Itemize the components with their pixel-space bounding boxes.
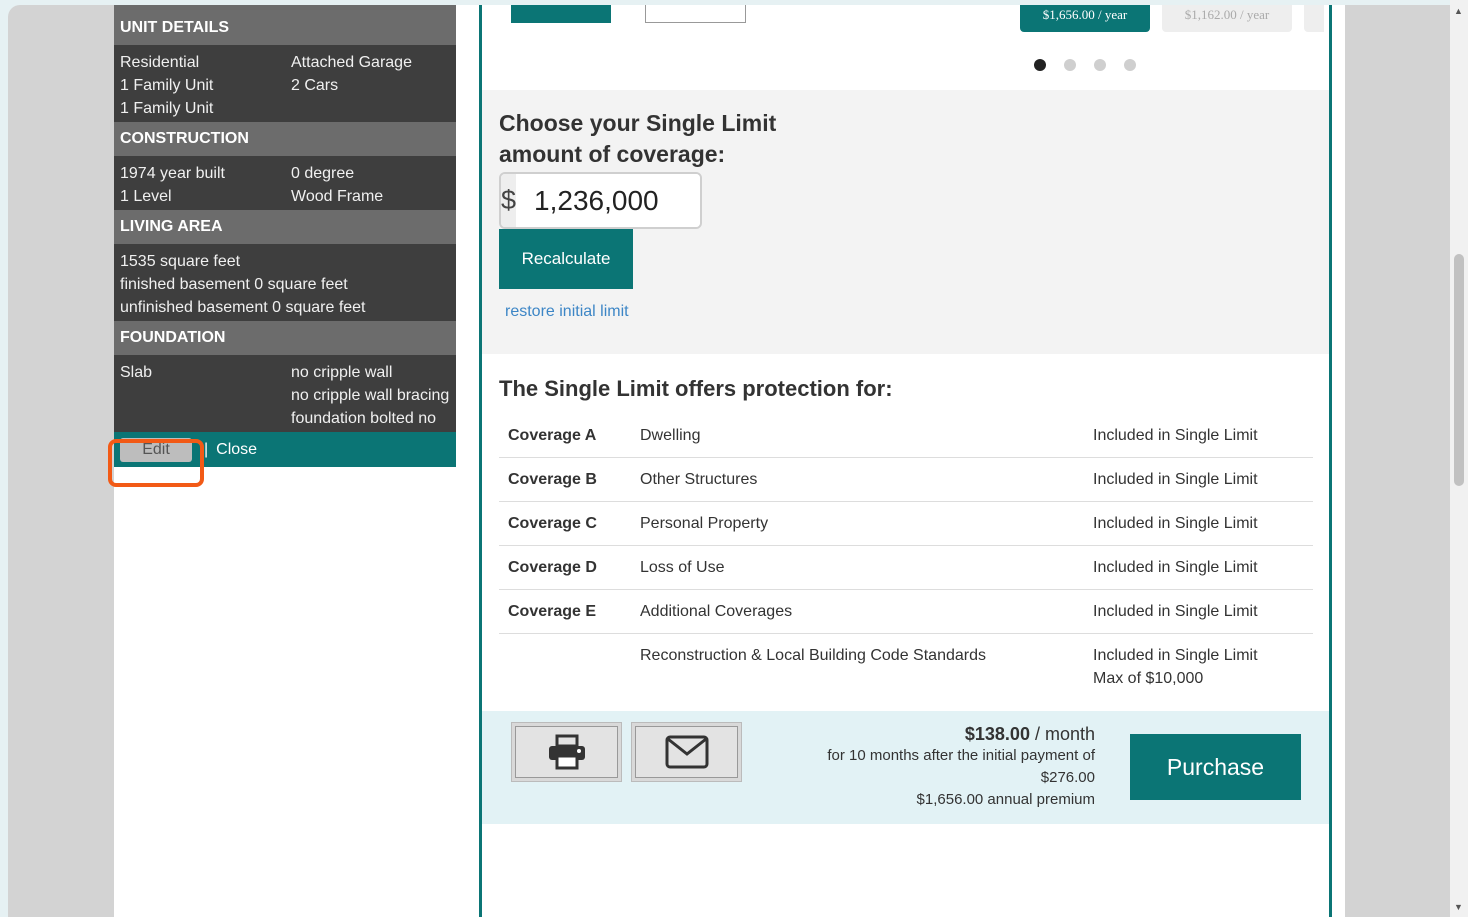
carousel-dot-1[interactable] [1034,59,1046,71]
unit-details-heading: UNIT DETAILS [114,5,456,45]
coverage-code: Coverage C [508,515,597,532]
coverage-name: Additional Coverages [640,603,793,620]
plan-price-partial[interactable] [1304,5,1324,32]
monthly-amount: $138.00 [964,724,1030,744]
construction-text: 0 degree [291,165,355,182]
unit-detail-text: 1 Family Unit [120,77,214,94]
foundation-text: no cripple wall [291,364,393,381]
foundation-text: no cripple wall bracing [291,387,450,404]
envelope-icon [665,735,708,769]
restore-initial-limit-link[interactable]: restore initial limit [505,303,629,321]
print-button[interactable] [511,722,622,782]
scrollbar-thumb[interactable] [1454,254,1464,486]
construction-body: 1974 year built 1 Level 0 degree Wood Fr… [114,156,456,210]
table-row: Coverage E Additional Coverages Included… [499,590,1313,634]
living-area-heading: LIVING AREA [114,210,456,244]
purchase-footer: $138.00 / month for 10 months after the … [482,711,1329,824]
unit-detail-text: 1 Family Unit [120,100,214,117]
plan-price-selected[interactable]: $1,656.00 / year [1020,5,1150,32]
living-area-body: 1535 square feet finished basement 0 squ… [114,244,456,321]
unit-detail-text: Attached Garage [291,54,412,71]
coverage-table: Coverage A Dwelling Included in Single L… [499,414,1313,700]
coverage-status: Included in Single Limit [1093,471,1258,488]
coverage-name: Reconstruction & Local Building Code Sta… [640,647,986,664]
coverage-note: Max of $10,000 [1093,670,1204,687]
construction-text: 1 Level [120,188,172,205]
table-row: Coverage D Loss of Use Included in Singl… [499,546,1313,590]
carousel-dots [1034,59,1136,71]
coverage-code: Coverage D [508,559,597,576]
carousel-dot-2[interactable] [1064,59,1076,71]
construction-heading: CONSTRUCTION [114,122,456,156]
edit-highlight-outline [108,439,204,487]
close-link[interactable]: Close [216,441,257,459]
living-area-text: 1535 square feet [120,253,241,270]
coverage-code: Coverage E [508,603,597,620]
table-row: Reconstruction & Local Building Code Sta… [499,634,1313,701]
coverage-code: Coverage B [508,471,597,488]
single-limit-section: Choose your Single Limit amount of cover… [482,90,1329,354]
coverage-name: Personal Property [640,515,769,532]
email-button[interactable] [631,722,742,782]
coverage-code [499,634,631,701]
living-area-text: finished basement 0 square feet [120,276,348,293]
construction-text: Wood Frame [291,188,384,205]
coverage-amount-input[interactable] [516,174,700,227]
unit-detail-text: 2 Cars [291,77,339,94]
coverage-status: Included in Single Limit Max of $10,000 [1084,634,1313,701]
construction-text: 1974 year built [120,165,225,182]
browser-viewport: UNIT DETAILS Residential 1 Family Unit 1… [8,5,1450,917]
quote-card: $1,656.00 / year $1,162.00 / year Choose… [479,5,1332,917]
plan-price[interactable]: $1,162.00 / year [1162,5,1292,32]
unit-details-body: Residential 1 Family Unit 1 Family Unit … [114,45,456,122]
coverage-status: Included in Single Limit [1093,603,1258,620]
coverage-code: Coverage A [508,427,597,444]
coverage-name: Loss of Use [640,559,725,576]
plan-tab-selected[interactable] [511,5,611,23]
payment-description: for 10 months after the initial payment … [827,747,1095,764]
table-row: Coverage B Other Structures Included in … [499,458,1313,502]
protection-title: The Single Limit offers protection for: [499,376,893,401]
coverage-name: Other Structures [640,471,758,488]
protection-section: The Single Limit offers protection for: … [482,354,1329,712]
annual-premium: $1,656.00 annual premium [916,791,1095,808]
carousel-dot-4[interactable] [1124,59,1136,71]
initial-payment: $276.00 [1040,769,1095,786]
separator: | [204,440,209,458]
price-summary: $138.00 / month for 10 months after the … [827,723,1095,811]
monthly-unit: / month [1029,724,1095,744]
currency-symbol: $ [501,174,517,227]
purchase-button[interactable]: Purchase [1130,734,1301,800]
foundation-heading: FOUNDATION [114,321,456,355]
coverage-status: Included in Single Limit [1093,427,1258,444]
coverage-status: Included in Single Limit [1093,515,1258,532]
coverage-status: Included in Single Limit [1093,559,1258,576]
coverage-name: Dwelling [640,427,701,444]
single-limit-title: Choose your Single Limit amount of cover… [499,110,777,167]
coverage-amount-field: $ [499,172,702,229]
property-details-panel: UNIT DETAILS Residential 1 Family Unit 1… [114,5,456,467]
foundation-text: Slab [120,364,153,381]
coverage-status-text: Included in Single Limit [1093,647,1258,664]
plan-carousel: $1,656.00 / year $1,162.00 / year [482,5,1329,90]
page-container: UNIT DETAILS Residential 1 Family Unit 1… [114,5,1345,917]
recalculate-button[interactable]: Recalculate [499,229,633,289]
foundation-body: Slab no cripple wall no cripple wall bra… [114,355,456,432]
unit-detail-text: Residential [120,54,200,71]
foundation-text: foundation bolted no [291,410,437,427]
print-icon [548,734,585,770]
vertical-scrollbar[interactable]: ▲ ▼ [1450,0,1468,917]
table-row: Coverage C Personal Property Included in… [499,502,1313,546]
living-area-text: unfinished basement 0 square feet [120,299,366,316]
scroll-down-arrow-icon[interactable]: ▼ [1454,902,1463,912]
plan-tab[interactable] [645,5,746,23]
scroll-up-arrow-icon[interactable]: ▲ [1454,6,1463,16]
carousel-dot-3[interactable] [1094,59,1106,71]
table-row: Coverage A Dwelling Included in Single L… [499,414,1313,458]
